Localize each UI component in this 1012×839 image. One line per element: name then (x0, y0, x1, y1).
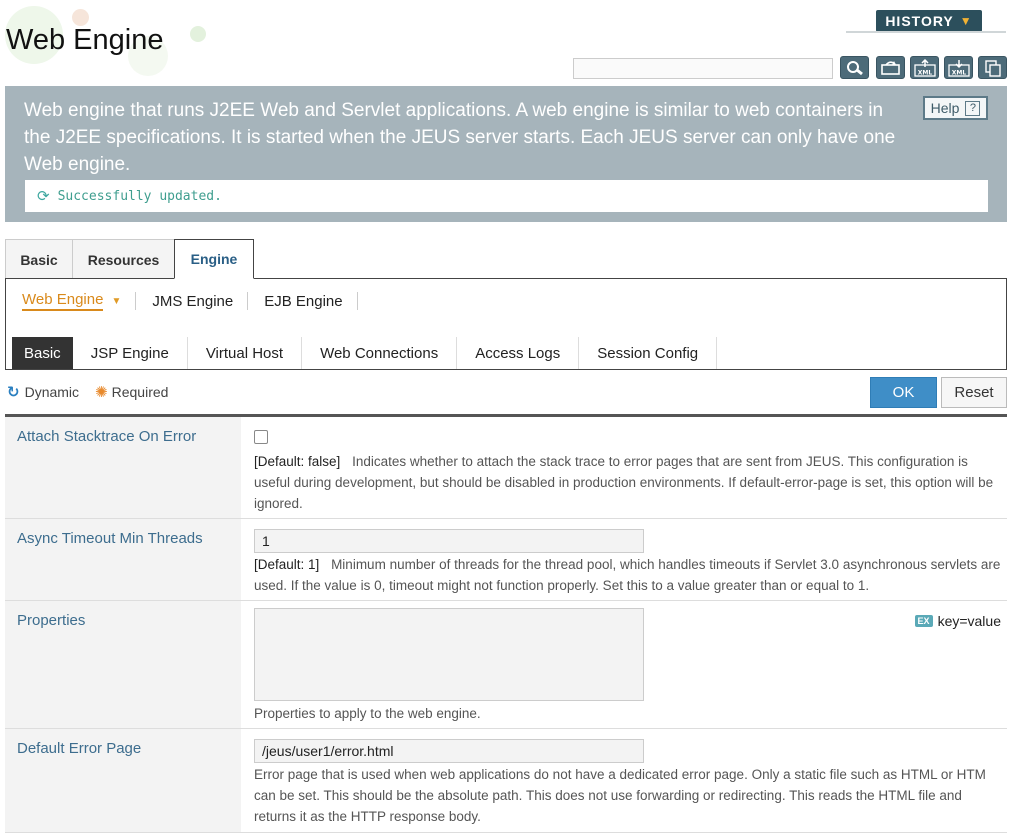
field-label: Default Error Page (5, 729, 241, 832)
field-description: Error page that is used when web applica… (254, 767, 986, 824)
refresh-button[interactable] (876, 56, 905, 79)
async-timeout-input[interactable]: 1 (254, 529, 644, 553)
tab-jsp-engine[interactable]: JSP Engine (73, 337, 188, 369)
tab-web-basic[interactable]: Basic (12, 337, 73, 369)
field-label: Properties (5, 601, 241, 728)
subnav-ejb-engine[interactable]: EJB Engine (248, 292, 358, 310)
tab-web-connections[interactable]: Web Connections (302, 337, 458, 369)
tab-engine[interactable]: Engine (174, 239, 254, 279)
refresh-success-icon: ⟳ (37, 187, 50, 205)
svg-text:XML: XML (951, 69, 966, 76)
search-input[interactable] (573, 58, 833, 79)
legend-required: Required (111, 384, 169, 400)
subnav-jms-engine[interactable]: JMS Engine (136, 292, 249, 310)
export-xml-icon: XML (913, 58, 936, 77)
properties-textarea[interactable] (254, 608, 644, 701)
description-text: Web engine that runs J2EE Web and Servle… (24, 100, 896, 175)
field-default: [Default: 1] (254, 557, 320, 572)
history-button[interactable]: HISTORY ▼ (876, 10, 982, 32)
field-description: Minimum number of threads for the thread… (254, 557, 1001, 593)
default-error-page-input[interactable]: /jeus/user1/error.html (254, 739, 644, 763)
field-description: Indicates whether to attach the stack tr… (254, 454, 994, 511)
reset-button[interactable]: Reset (941, 377, 1007, 408)
dynamic-icon: ↻ (7, 384, 20, 401)
required-icon: ✺ (95, 384, 108, 401)
field-default: [Default: false] (254, 454, 341, 469)
tab-access-logs[interactable]: Access Logs (457, 337, 580, 369)
search-button[interactable] (840, 56, 869, 79)
help-label: Help (930, 100, 960, 116)
field-row-properties: Properties Properties to apply to the we… (5, 601, 1007, 729)
tab-basic[interactable]: Basic (5, 239, 73, 279)
import-xml-icon: XML (947, 59, 970, 77)
page-title: Web Engine (6, 24, 164, 56)
field-row-attach-stacktrace: Attach Stacktrace On Error [Default: fal… (5, 417, 1007, 519)
example-badge: EX (914, 615, 933, 627)
history-label: HISTORY (885, 13, 954, 29)
engine-subnav: Web Engine ▼ JMS Engine EJB Engine (5, 278, 1007, 322)
import-xml-button[interactable]: XML (944, 56, 973, 79)
legend: ↻ Dynamic ✺ Required (7, 383, 168, 401)
legend-dynamic: Dynamic (24, 384, 80, 400)
svg-text:XML: XML (917, 69, 932, 76)
tab-resources[interactable]: Resources (72, 239, 175, 279)
refresh-icon (880, 60, 900, 75)
tab-session-config[interactable]: Session Config (579, 337, 718, 369)
field-row-default-error-page: Default Error Page /jeus/user1/error.htm… (5, 729, 1007, 833)
main-tabs: Basic Resources Engine (5, 239, 254, 279)
subnav-web-engine-label: Web Engine (22, 291, 104, 311)
description-panel: Web engine that runs J2EE Web and Servle… (5, 86, 1007, 222)
search-icon (846, 60, 863, 75)
example-hint: EX key=value (914, 613, 1001, 629)
question-icon: ? (965, 100, 981, 116)
ok-button[interactable]: OK (870, 377, 937, 408)
web-engine-tabs: Basic JSP Engine Virtual Host Web Connec… (5, 321, 1007, 370)
decor-circle (190, 26, 206, 42)
status-message: Successfully updated. (57, 188, 222, 204)
help-button[interactable]: Help ? (923, 96, 988, 120)
copy-icon (984, 59, 1001, 77)
tab-virtual-host[interactable]: Virtual Host (188, 337, 303, 369)
field-description: Properties to apply to the web engine. (254, 706, 481, 721)
status-message-box: ⟳ Successfully updated. (25, 180, 988, 212)
history-underline (846, 31, 1006, 33)
chevron-down-icon: ▼ (959, 14, 973, 28)
export-xml-button[interactable]: XML (910, 56, 939, 79)
caret-down-icon: ▼ (111, 295, 122, 307)
attach-stacktrace-checkbox[interactable] (254, 430, 268, 444)
example-hint-text: key=value (937, 613, 1001, 629)
field-row-async-timeout: Async Timeout Min Threads 1 [Default: 1]… (5, 519, 1007, 601)
field-label: Attach Stacktrace On Error (5, 417, 241, 518)
subnav-web-engine[interactable]: Web Engine ▼ (6, 291, 137, 311)
field-label: Async Timeout Min Threads (5, 519, 241, 600)
copy-button[interactable] (978, 56, 1007, 79)
